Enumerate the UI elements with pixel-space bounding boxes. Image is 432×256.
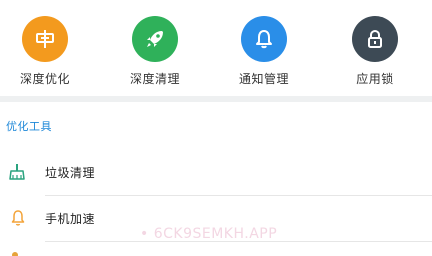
list-item-label: 手机加速: [45, 212, 96, 226]
quick-actions-row: 深度优化 深度清理 通知管理 应用锁: [0, 0, 432, 96]
list-item-junk-clean[interactable]: 垃圾清理: [0, 150, 432, 196]
quick-action-label: 深度清理: [129, 72, 180, 86]
quick-action-circle: [352, 16, 398, 62]
quick-action-deep-clean[interactable]: 深度清理: [105, 0, 205, 96]
broom-icon: [8, 162, 28, 182]
quick-action-circle: [22, 16, 68, 62]
quick-action-circle: [132, 16, 178, 62]
list-item-label: 垃圾清理: [45, 166, 96, 180]
quick-action-label: 应用锁: [356, 72, 394, 86]
bell-icon: [8, 208, 28, 228]
section-divider: [0, 96, 432, 102]
list-item-partial[interactable]: [0, 242, 432, 256]
app-screen: 深度优化 深度清理 通知管理 应用锁 优化工具 垃圾清理 手机加速 • 6CK9…: [0, 0, 432, 256]
watermark: • 6CK9SEMKH.APP: [140, 226, 278, 242]
quick-action-label: 深度优化: [19, 72, 70, 86]
quick-action-label: 通知管理: [238, 72, 289, 86]
quick-action-circle: [241, 16, 287, 62]
quick-action-notification-manage[interactable]: 通知管理: [214, 0, 314, 96]
list-item-icon-partial: [12, 252, 18, 256]
section-title: 优化工具: [6, 120, 52, 133]
quick-action-app-lock[interactable]: 应用锁: [325, 0, 425, 96]
quick-action-deep-optimize[interactable]: 深度优化: [0, 0, 95, 96]
